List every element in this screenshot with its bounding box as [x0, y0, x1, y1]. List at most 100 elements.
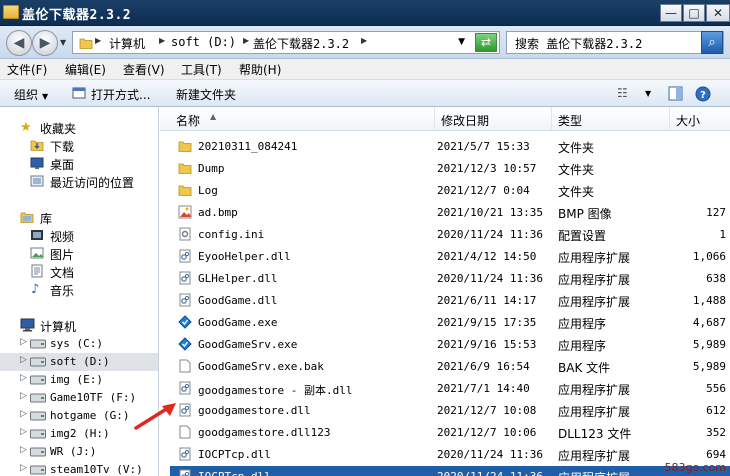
nav-drive-j[interactable]: ▷ WR (J:): [0, 443, 158, 461]
new-folder-button[interactable]: 新建文件夹: [176, 86, 236, 103]
nav-libraries[interactable]: 库: [0, 209, 158, 227]
nav-drive-v[interactable]: ▷ steam10Tv (V:): [0, 461, 158, 476]
menu-view[interactable]: 查看(V): [123, 61, 165, 78]
expand-arrow-icon[interactable]: ▷: [20, 463, 27, 473]
back-button[interactable]: ◀: [6, 30, 32, 56]
table-row[interactable]: GoodGameSrv.exe.bak 2021/6/9 16:54 BAK 文件 5…: [170, 356, 730, 378]
open-with-button[interactable]: 打开方式...: [91, 86, 150, 103]
nav-item-pictures[interactable]: 图片: [0, 245, 158, 263]
nav-label: soft (D:): [50, 355, 110, 368]
dll-file-icon: [178, 271, 192, 288]
menu-help[interactable]: 帮助(H): [239, 61, 281, 78]
breadcrumb-drive[interactable]: soft (D:): [171, 35, 236, 49]
ini-file-icon: [178, 227, 192, 244]
table-row[interactable]: goodgamestore - 副本.dll 2021/7/1 14:40 应用程序…: [170, 378, 730, 400]
file-type: BAK 文件: [558, 361, 611, 375]
menu-file[interactable]: 文件(F): [7, 61, 47, 78]
chevron-right-icon[interactable]: ▶: [95, 36, 101, 45]
refresh-button[interactable]: ⇄: [475, 33, 497, 52]
forward-button[interactable]: ▶: [32, 30, 58, 56]
file-name: goodgamestore.dll123: [198, 426, 331, 439]
expand-arrow-icon[interactable]: ▷: [20, 373, 27, 383]
table-row[interactable]: Log 2021/12/7 0:04 文件夹: [170, 180, 730, 202]
recent-places-icon: [30, 175, 44, 187]
arrow-right-icon: ▶: [39, 35, 51, 51]
nav-item-music[interactable]: ♪ 音乐: [0, 281, 158, 299]
menu-tools[interactable]: 工具(T): [181, 61, 222, 78]
file-name: config.ini: [198, 228, 265, 241]
address-toolbar: ◀ ▶ ▼ ▶ 计算机 ▶ soft (D:) ▶ 盖伦下载器2.3.2 ▶ ▼…: [0, 26, 730, 59]
folder-icon: [3, 5, 19, 19]
file-size: 612: [706, 404, 726, 417]
nav-item-desktop[interactable]: 桌面: [0, 155, 158, 173]
file-type: 应用程序: [558, 317, 607, 331]
nav-favorites[interactable]: ★ 收藏夹: [0, 119, 158, 137]
library-icon: [20, 212, 34, 223]
nav-drive-c[interactable]: ▷ sys (C:): [0, 335, 158, 353]
music-icon: ♪: [31, 282, 40, 297]
nav-computer[interactable]: 计算机: [0, 317, 158, 335]
breadcrumb-folder[interactable]: 盖伦下载器2.3.2: [253, 35, 349, 52]
table-row[interactable]: GoodGameSrv.exe 2021/9/16 15:53 应用程序 5,989: [170, 334, 730, 356]
chevron-down-icon[interactable]: ▼: [458, 37, 465, 47]
table-row[interactable]: GLHelper.dll 2020/11/24 11:36 应用程序扩展 638: [170, 268, 730, 290]
breadcrumb-computer[interactable]: 计算机: [109, 35, 145, 52]
search-box[interactable]: 搜索 盖伦下载器2.3.2 ⌕: [506, 31, 724, 54]
expand-arrow-icon[interactable]: ▷: [20, 337, 27, 347]
menu-bar: 文件(F) 编辑(E) 查看(V) 工具(T) 帮助(H): [0, 59, 730, 79]
search-input[interactable]: 搜索 盖伦下载器2.3.2: [515, 35, 642, 52]
table-row[interactable]: GoodGame.dll 2021/6/11 14:17 应用程序扩展 1,488: [170, 290, 730, 312]
table-row[interactable]: IOCPTcp.dll 2020/11/24 11:36 应用程序扩展 694: [170, 444, 730, 466]
menu-edit[interactable]: 编辑(E): [65, 61, 106, 78]
expand-arrow-icon[interactable]: ▷: [20, 409, 27, 419]
table-row[interactable]: ad.bmp 2021/10/21 13:35 BMP 图像 127: [170, 202, 730, 224]
chevron-right-icon[interactable]: ▶: [159, 36, 165, 45]
expand-arrow-icon[interactable]: ▷: [20, 427, 27, 437]
search-icon: ⌕: [708, 35, 716, 50]
table-row[interactable]: config.ini 2020/11/24 11:36 配置设置 1: [170, 224, 730, 246]
table-row[interactable]: 20210311_084241 2021/5/7 15:33 文件夹: [170, 136, 730, 158]
exe-file-icon: [178, 315, 192, 332]
file-size: 5,989: [692, 338, 726, 351]
nav-item-videos[interactable]: 视频: [0, 227, 158, 245]
column-header-size[interactable]: 大小: [670, 107, 730, 131]
close-button[interactable]: ✕: [706, 4, 730, 22]
expand-arrow-icon[interactable]: ▷: [20, 445, 27, 455]
column-header-type[interactable]: 类型: [552, 107, 670, 131]
title-bar: 盖伦下载器2.3.2 — □ ✕: [0, 0, 730, 26]
expand-arrow-icon[interactable]: ▷: [20, 391, 27, 401]
file-date: 2020/11/24 11:36: [437, 470, 543, 476]
nav-label: hotgame (G:): [50, 409, 130, 422]
nav-drive-e[interactable]: ▷ img (E:): [0, 371, 158, 389]
nav-item-documents[interactable]: 文档: [0, 263, 158, 281]
table-row[interactable]: IOCPTcp.dll 2020/11/24 11:36 应用程序扩展: [170, 466, 730, 476]
nav-item-recent[interactable]: 最近访问的位置: [0, 173, 158, 191]
expand-arrow-icon[interactable]: ▷: [20, 355, 27, 365]
minimize-button[interactable]: —: [660, 4, 682, 22]
table-row[interactable]: goodgamestore.dll123 2021/12/7 10:06 DLL12…: [170, 422, 730, 444]
file-name: GoodGame.dll: [198, 294, 278, 307]
organize-button[interactable]: 组织 ▼: [14, 86, 48, 103]
maximize-button[interactable]: □: [683, 4, 705, 22]
video-icon: [31, 230, 43, 240]
table-row[interactable]: Dump 2021/12/3 10:57 文件夹: [170, 158, 730, 180]
view-options-icon[interactable]: ☷: [617, 86, 628, 100]
chevron-down-icon[interactable]: ▼: [645, 89, 651, 98]
command-bar: 组织 ▼ 打开方式... 新建文件夹 ☷ ▼ ?: [0, 79, 730, 107]
column-header-date[interactable]: 修改日期: [435, 107, 552, 131]
nav-label: Game10TF (F:): [50, 391, 137, 404]
column-header-name[interactable]: 名称 ▲: [170, 107, 435, 131]
chevron-right-icon[interactable]: ▶: [361, 36, 367, 45]
search-button[interactable]: ⌕: [701, 31, 723, 54]
help-icon[interactable]: ?: [695, 86, 711, 102]
table-row[interactable]: GoodGame.exe 2021/9/15 17:35 应用程序 4,687: [170, 312, 730, 334]
chevron-right-icon[interactable]: ▶: [243, 36, 249, 45]
table-row[interactable]: EyooHelper.dll 2021/4/12 14:50 应用程序扩展 1,066: [170, 246, 730, 268]
preview-pane-icon[interactable]: [668, 86, 683, 101]
recent-pages-dropdown[interactable]: ▼: [60, 38, 66, 47]
file-size: 556: [706, 382, 726, 395]
nav-drive-d[interactable]: ▷ soft (D:): [0, 353, 158, 371]
table-row[interactable]: goodgamestore.dll 2021/12/7 10:08 应用程序扩展 61…: [170, 400, 730, 422]
address-bar[interactable]: ▶ 计算机 ▶ soft (D:) ▶ 盖伦下载器2.3.2 ▶ ▼ ⇄: [72, 31, 500, 54]
nav-item-downloads[interactable]: 下载: [0, 137, 158, 155]
